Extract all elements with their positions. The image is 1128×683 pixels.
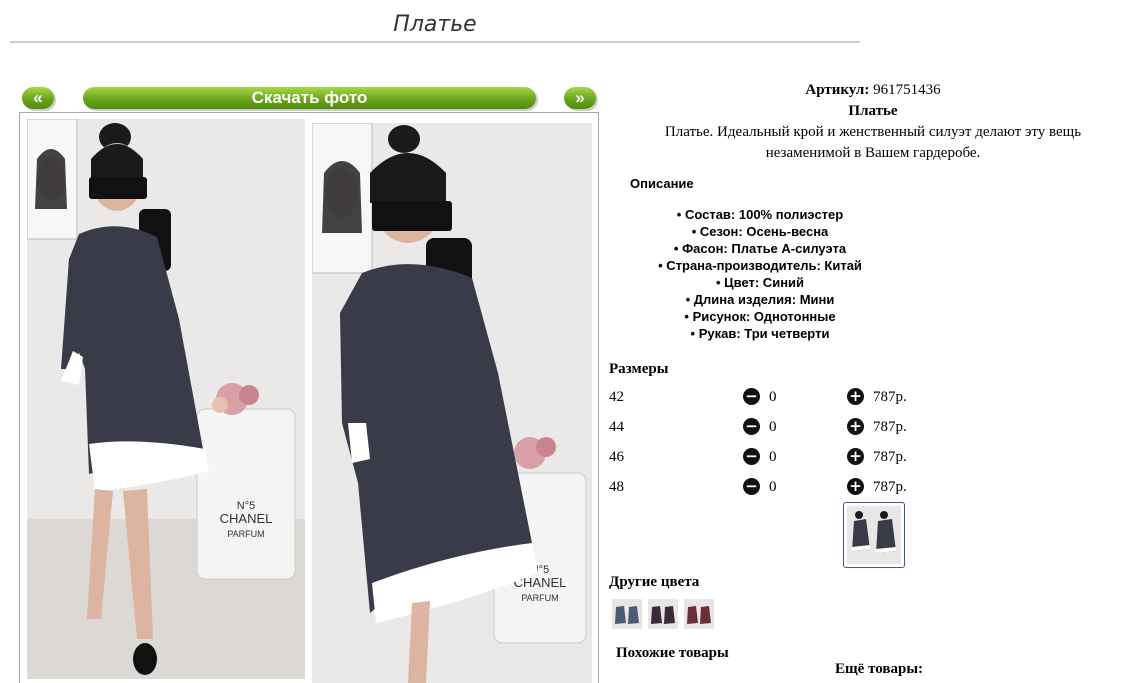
size-price: 787р. <box>873 389 907 405</box>
spec-item: Состав: 100% полиэстер <box>610 206 910 223</box>
size-quantity: 0 <box>769 449 777 465</box>
plus-circle-icon[interactable]: + <box>847 448 864 465</box>
size-label: 48 <box>609 479 624 495</box>
spec-item: Сезон: Осень-весна <box>610 223 910 240</box>
color-swatch[interactable] <box>684 599 714 629</box>
product-description: Платье. Идеальный крой и женственный сил… <box>664 124 1082 161</box>
current-color-thumbnail[interactable] <box>843 502 905 568</box>
next-photo-button[interactable]: » <box>564 87 596 109</box>
download-photo-button[interactable]: Скачать фото <box>83 87 536 109</box>
plus-circle-icon[interactable]: + <box>847 478 864 495</box>
size-label: 42 <box>609 389 624 405</box>
minus-circle-icon[interactable]: − <box>743 448 760 465</box>
size-row: 46 − 0 + 787р. <box>609 447 929 469</box>
product-photo-2[interactable]: N°5 CHANEL PARFUM <box>312 123 592 683</box>
other-colors-heading: Другие цвета <box>609 574 700 590</box>
color-swatch[interactable] <box>648 599 678 629</box>
photo-gallery: N°5 CHANEL PARFUM N°5 CHANEL PARFUM <box>19 112 599 683</box>
sizes-heading: Размеры <box>609 361 669 377</box>
spec-item: Рукав: Три четверти <box>610 325 910 342</box>
page-title: Платье <box>393 12 477 37</box>
product-photo-1[interactable]: N°5 CHANEL PARFUM <box>27 119 305 679</box>
sku-label: Артикул: <box>805 82 870 98</box>
size-price: 787р. <box>873 419 907 435</box>
product-name: Платье <box>848 103 898 119</box>
specs-list: Состав: 100% полиэстер Сезон: Осень-весн… <box>610 206 910 342</box>
size-quantity: 0 <box>769 389 777 405</box>
more-products-heading: Ещё товары: <box>835 661 924 677</box>
sku-value: 961751436 <box>873 82 941 98</box>
size-label: 46 <box>609 449 624 465</box>
plus-circle-icon[interactable]: + <box>847 418 864 435</box>
spec-item: Фасон: Платье А-силуэта <box>610 240 910 257</box>
svg-text:PARFUM: PARFUM <box>521 593 558 603</box>
spec-item: Цвет: Синий <box>610 274 910 291</box>
svg-text:CHANEL: CHANEL <box>220 511 273 526</box>
color-swatch[interactable] <box>612 599 642 629</box>
size-price: 787р. <box>873 479 907 495</box>
similar-products-heading: Похожие товары <box>616 645 729 661</box>
product-sku: Артикул: 961751436 <box>620 82 1126 99</box>
size-row: 42 − 0 + 787р. <box>609 387 929 409</box>
size-price: 787р. <box>873 449 907 465</box>
size-label: 44 <box>609 419 624 435</box>
plus-circle-icon[interactable]: + <box>847 388 864 405</box>
title-divider <box>10 41 860 43</box>
minus-circle-icon[interactable]: − <box>743 388 760 405</box>
size-row: 44 − 0 + 787р. <box>609 417 929 439</box>
specs-heading: Описание <box>630 176 694 191</box>
minus-circle-icon[interactable]: − <box>743 478 760 495</box>
spec-item: Рисунок: Однотонные <box>610 308 910 325</box>
size-quantity: 0 <box>769 479 777 495</box>
prev-photo-button[interactable]: « <box>22 87 54 109</box>
minus-circle-icon[interactable]: − <box>743 418 760 435</box>
size-quantity: 0 <box>769 419 777 435</box>
svg-text:PARFUM: PARFUM <box>227 529 264 539</box>
spec-item: Страна-производитель: Китай <box>610 257 910 274</box>
size-row: 48 − 0 + 787р. <box>609 477 929 499</box>
spec-item: Длина изделия: Мини <box>610 291 910 308</box>
